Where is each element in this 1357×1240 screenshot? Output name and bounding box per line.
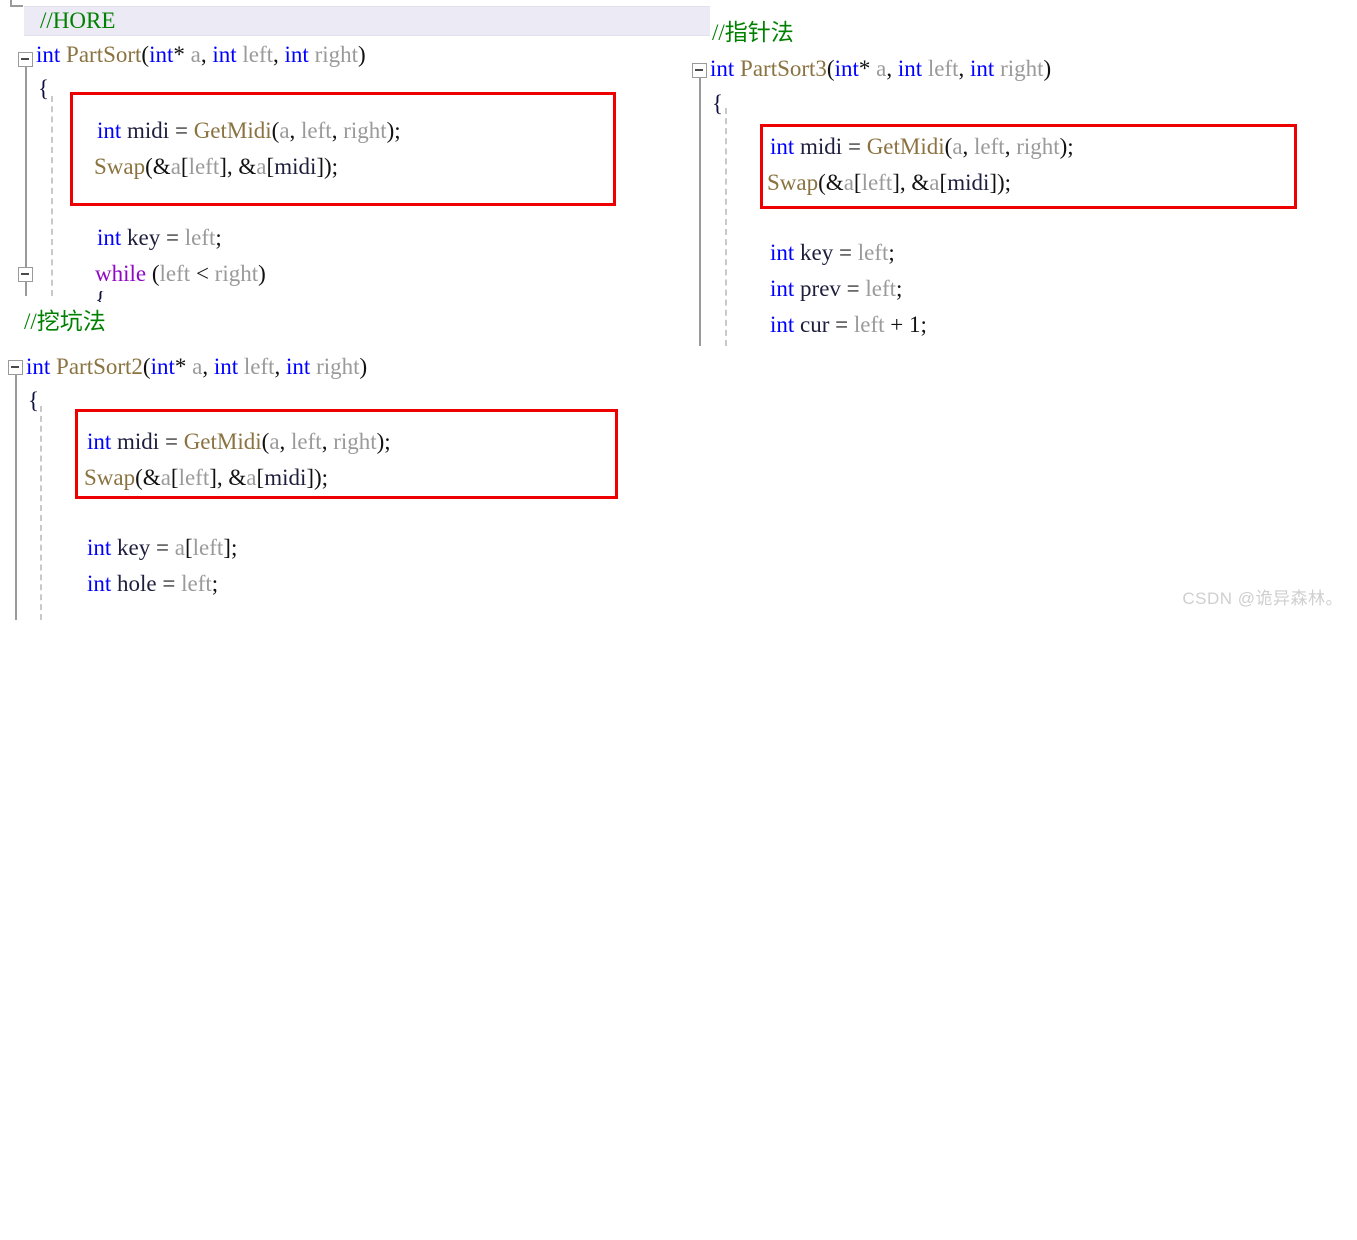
code-line-comment-pointer: //指针法 [712,20,794,45]
indent-guide-partsort [51,96,53,296]
code-line-open-brace-1: { [38,76,50,101]
code-line-open-brace-3: { [712,91,724,116]
indent-guide-partsort3 [725,108,727,346]
current-line-highlight [24,6,710,36]
code-line-partsort3-signature: int PartSort3(int* a, int left, int righ… [710,56,1052,81]
code-line-key-2: int key = a[left]; [87,535,238,560]
code-line-getmidi-3: int midi = GetMidi(a, left, right); [770,134,1074,159]
code-line-swap-1: Swap(&a[left], &a[midi]); [94,154,339,179]
indent-guide-partsort2 [40,406,42,620]
fold-toggle-partsort[interactable] [18,52,33,67]
code-line-getmidi-2: int midi = GetMidi(a, left, right); [87,429,391,454]
fold-scope-line-partsort [24,67,27,267]
code-line-swap-2: Swap(&a[left], &a[midi]); [84,465,329,490]
fold-toggle-partsort2[interactable] [8,360,23,375]
code-line-key-1: int key = left; [97,225,222,250]
fold-toggle-while[interactable] [18,267,33,282]
fold-scope-line-partsort2 [14,375,17,620]
code-line-partsort2-signature: int PartSort2(int* a, int left, int righ… [26,354,368,379]
fold-toggle-partsort3[interactable] [692,63,707,78]
clipped-brace-stub-top [10,0,23,7]
fold-scope-stub-while [24,282,27,296]
code-pane-left[interactable]: //HORE int PartSort(int* a, int left, in… [0,0,710,1240]
code-line-cur: int cur = left + 1; [770,312,927,337]
code-line-prev: int prev = left; [770,276,903,301]
csdn-watermark: CSDN @诡异森林。 [1182,589,1343,608]
code-line-comment-hole: //挖坑法 [24,309,106,334]
clipped-open-brace-while: { [95,291,135,302]
fold-scope-line-partsort3 [698,78,701,346]
code-line-comment-hoare: //HORE [40,8,116,33]
code-line-hole: int hole = left; [87,571,219,596]
code-line-open-brace-2: { [28,388,40,413]
code-line-key-3: int key = left; [770,240,895,265]
code-pane-right[interactable]: //指针法 int PartSort3(int* a, int left, in… [690,0,1357,476]
code-line-partsort-signature: int PartSort(int* a, int left, int right… [36,42,366,67]
code-line-getmidi-1: int midi = GetMidi(a, left, right); [97,118,401,143]
code-line-swap-3: Swap(&a[left], &a[midi]); [767,170,1012,195]
code-line-while: while (left < right) [95,261,266,286]
